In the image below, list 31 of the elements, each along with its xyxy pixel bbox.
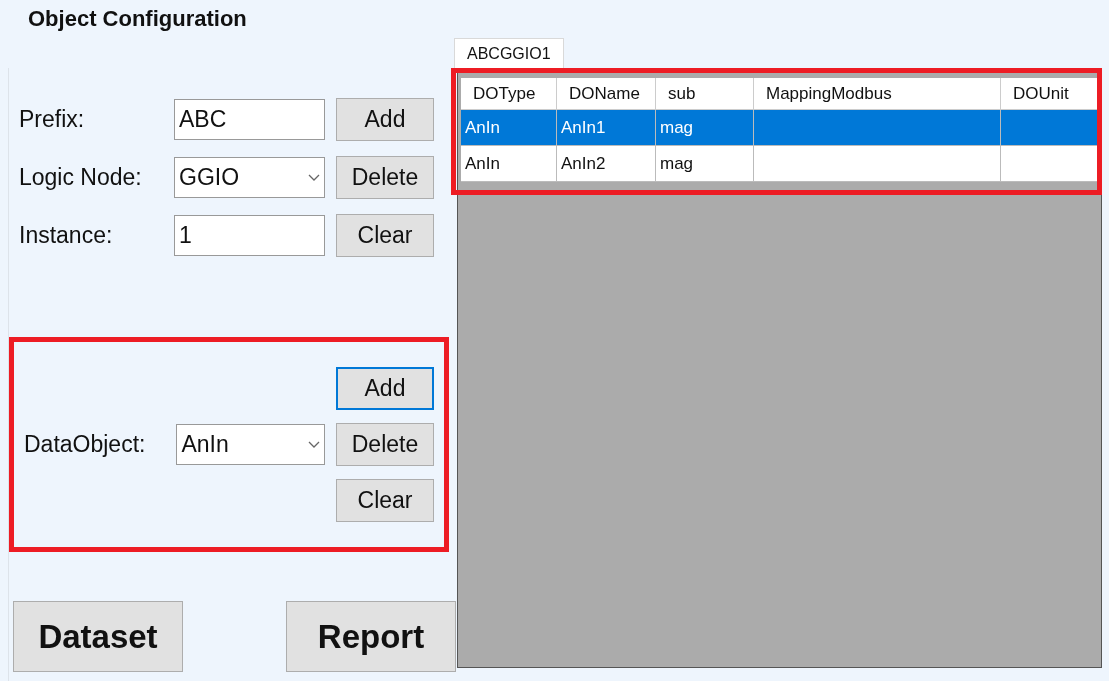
column-header[interactable]: MappingModbus — [754, 78, 1001, 110]
column-header[interactable]: DOType — [461, 78, 557, 110]
table-cell: AnIn — [461, 110, 557, 146]
action-button[interactable]: Add — [336, 367, 434, 410]
action-button[interactable]: Clear — [336, 214, 434, 257]
action-button[interactable]: Delete — [336, 156, 434, 199]
chevron-down-icon — [308, 440, 320, 449]
chevron-down-icon — [308, 173, 320, 182]
action-button[interactable]: Report — [286, 601, 456, 672]
table-cell: AnIn2 — [557, 146, 656, 182]
column-header[interactable]: DOUnit — [1001, 78, 1099, 110]
action-button[interactable]: Dataset — [13, 601, 183, 672]
field-label: Instance: — [18, 222, 114, 249]
action-button[interactable]: Add — [336, 98, 434, 141]
table-cell: mag — [656, 110, 754, 146]
column-header[interactable]: DOName — [557, 78, 656, 110]
column-header[interactable]: sub — [656, 78, 754, 110]
table-cell: AnIn — [461, 146, 557, 182]
field-label: Prefix: — [18, 106, 86, 133]
text-field[interactable]: ABC — [174, 99, 325, 140]
dropdown[interactable]: AnIn — [176, 424, 325, 465]
table-cell: mag — [656, 146, 754, 182]
action-button[interactable]: Clear — [336, 479, 434, 522]
text-field[interactable]: 1 — [174, 215, 325, 256]
tab[interactable]: ABCGGIO1 — [454, 38, 564, 68]
section-title: Object Configuration — [27, 5, 248, 33]
table-cell: AnIn1 — [557, 110, 656, 146]
field-label: DataObject: — [23, 431, 147, 458]
action-button[interactable]: Delete — [336, 423, 434, 466]
field-label: Logic Node: — [18, 164, 143, 191]
dropdown[interactable]: GGIO — [174, 157, 325, 198]
